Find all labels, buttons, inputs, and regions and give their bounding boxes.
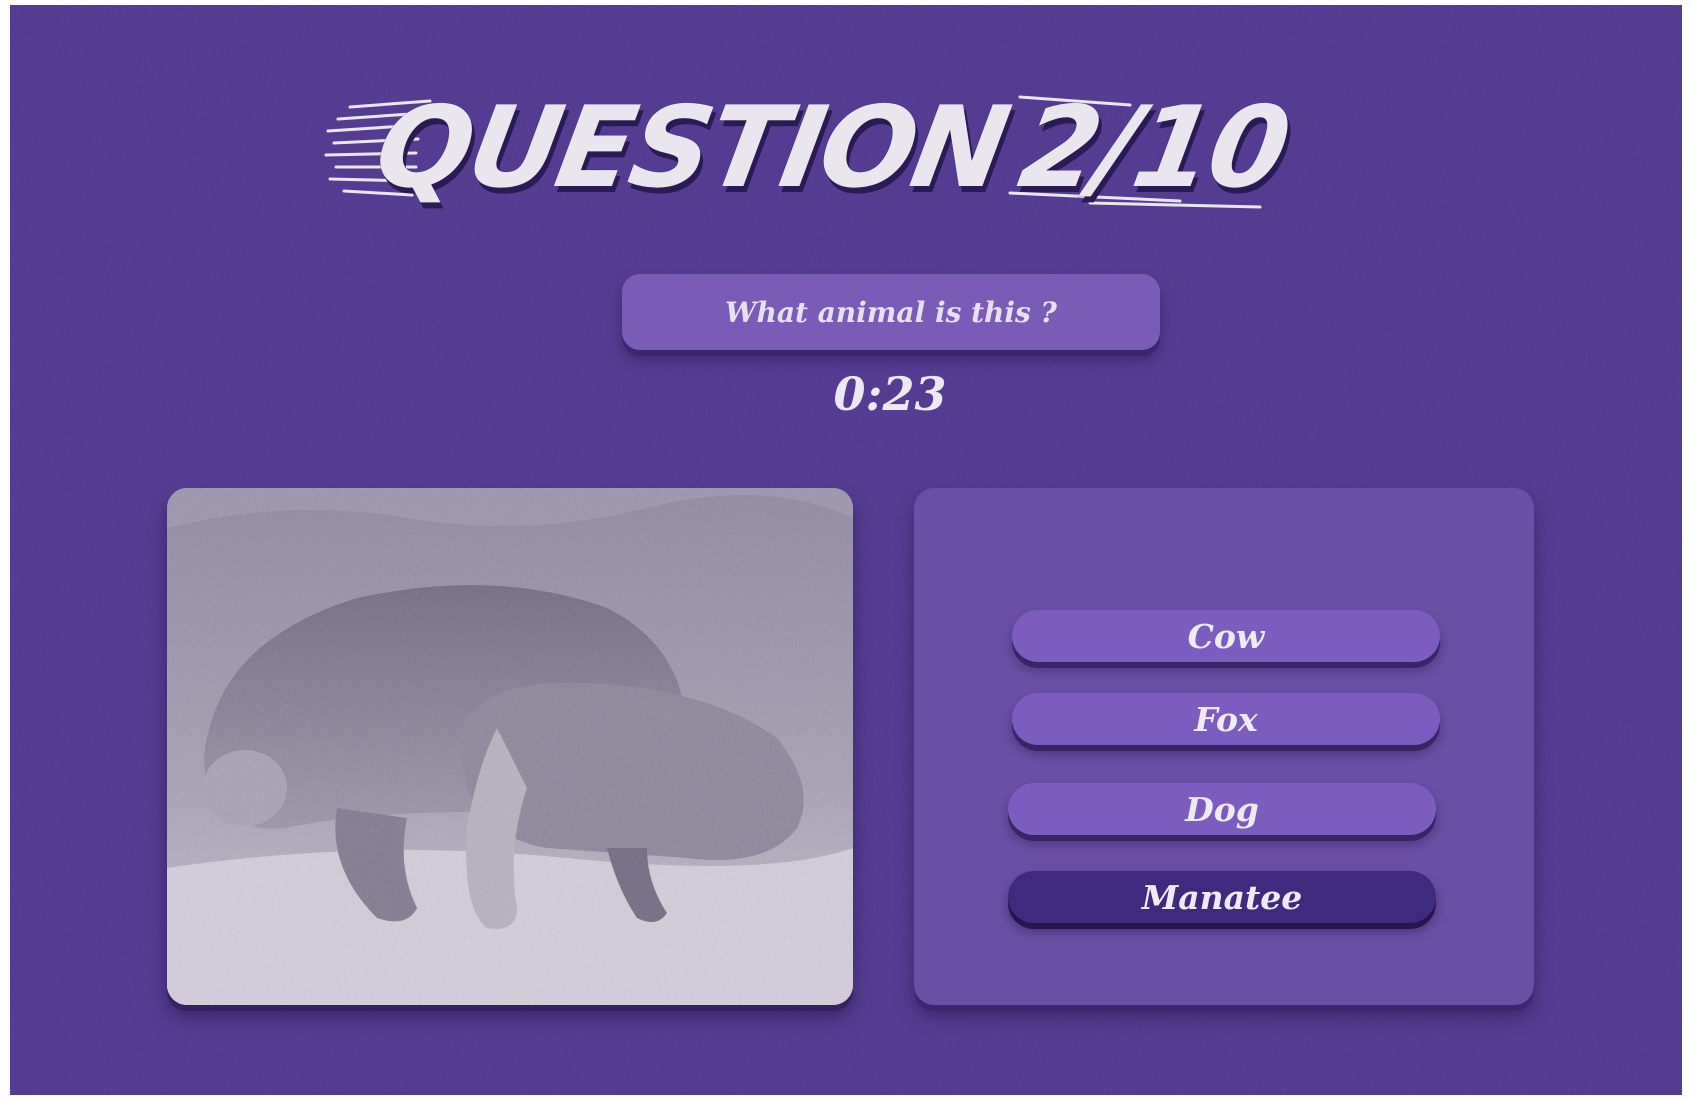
answer-label: Manatee — [1141, 877, 1303, 917]
answer-label: Cow — [1187, 616, 1265, 656]
answers-panel: Cow Fox Dog Manatee — [914, 488, 1534, 1005]
answer-button-dog[interactable]: Dog — [1008, 783, 1436, 835]
question-counter-title: QUESTION 2/10 — [320, 75, 1370, 215]
question-image — [167, 488, 853, 1005]
answer-label: Dog — [1185, 789, 1259, 829]
title-progress: 2/10 — [1010, 83, 1297, 213]
question-prompt: What animal is this ? — [622, 274, 1160, 350]
answer-button-cow[interactable]: Cow — [1012, 610, 1440, 662]
game-screen: QUESTION 2/10 What animal is this ? 0:23 — [10, 5, 1682, 1095]
answer-button-manatee[interactable]: Manatee — [1008, 871, 1436, 923]
title-word: QUESTION — [366, 83, 1016, 213]
countdown-timer: 0:23 — [833, 367, 947, 421]
answer-label: Fox — [1194, 699, 1258, 739]
manatee-photo — [167, 488, 853, 1005]
page-title: QUESTION 2/10 — [367, 83, 1297, 213]
question-text: What animal is this ? — [725, 295, 1057, 329]
answer-button-fox[interactable]: Fox — [1012, 693, 1440, 745]
